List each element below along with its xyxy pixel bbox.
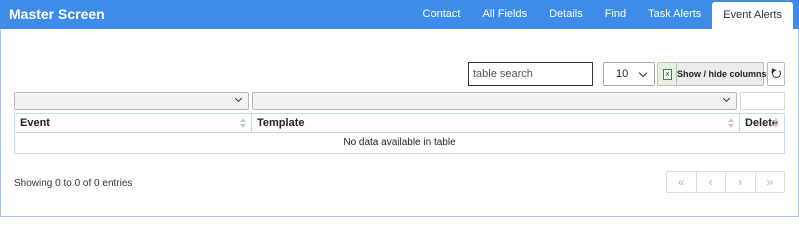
sort-icon [728, 118, 734, 128]
event-alerts-table: Event Template Delete No data available … [14, 113, 785, 154]
table-info: Showing 0 to 0 of 0 entries [14, 178, 133, 189]
event-filter-select[interactable] [14, 92, 249, 110]
reset-button[interactable] [767, 62, 785, 86]
first-page-button[interactable]: « [667, 172, 697, 192]
app-title: Master Screen [9, 6, 105, 22]
column-label: Template [257, 117, 305, 129]
excel-icon: x [663, 69, 672, 80]
page-size-value: 10 [616, 68, 629, 80]
previous-page-button[interactable]: ‹ [697, 172, 726, 192]
refresh-icon [772, 69, 781, 78]
tab-event-alerts[interactable]: Event Alerts [712, 2, 793, 29]
column-header-template[interactable]: Template [252, 114, 740, 132]
chevron-down-icon [638, 68, 648, 78]
template-filter-select[interactable] [252, 92, 737, 110]
next-page-button[interactable]: › [726, 172, 756, 192]
chevron-down-icon [722, 94, 731, 103]
tab-contact[interactable]: Contact [412, 0, 472, 29]
show-hide-columns-button[interactable]: Show / hide columns [677, 62, 767, 86]
table-search-input[interactable] [468, 62, 593, 86]
pagination: « ‹ › » [666, 171, 785, 193]
top-bar: Master Screen Contact All Fields Details… [0, 0, 799, 29]
table-header: Event Template Delete [15, 114, 784, 133]
tab-task-alerts[interactable]: Task Alerts [637, 0, 712, 29]
nav-tabs: Contact All Fields Details Find Task Ale… [412, 0, 793, 29]
tab-find[interactable]: Find [594, 0, 637, 29]
sort-icon [240, 118, 246, 128]
delete-filter-cell [740, 92, 785, 110]
column-label: Event [20, 117, 50, 129]
excel-export-button[interactable]: x [657, 62, 677, 86]
sort-icon [773, 118, 779, 128]
tab-details[interactable]: Details [538, 0, 594, 29]
column-header-delete[interactable]: Delete [740, 114, 784, 132]
tab-all-fields[interactable]: All Fields [471, 0, 538, 29]
page-size-select[interactable]: 10 [603, 62, 655, 86]
empty-table-message: No data available in table [343, 137, 456, 148]
column-header-event[interactable]: Event [15, 114, 252, 132]
last-page-button[interactable]: » [756, 172, 785, 192]
chevron-down-icon [234, 94, 243, 103]
